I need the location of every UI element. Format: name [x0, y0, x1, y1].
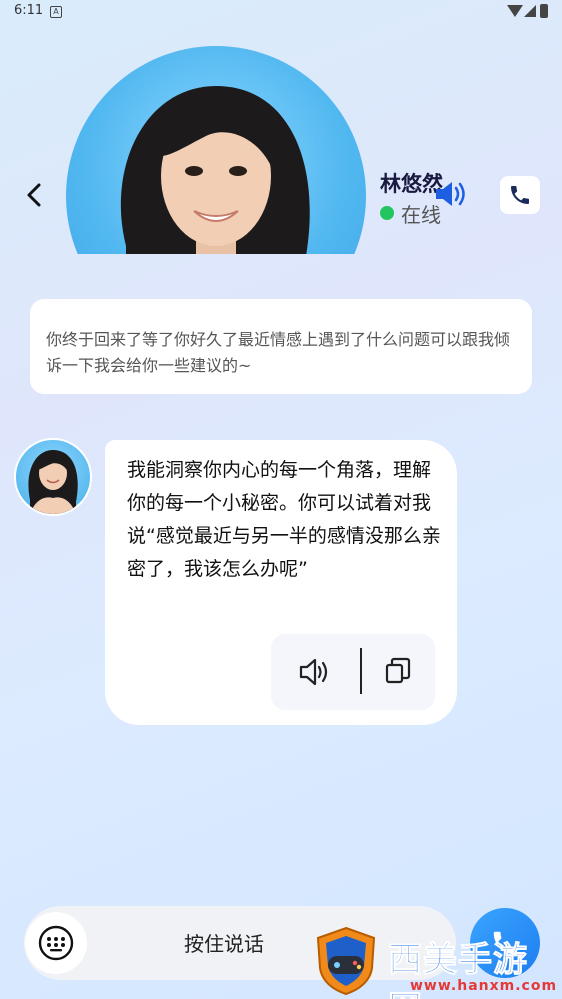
chevron-left-icon — [27, 183, 41, 207]
watermark-url: www.hanxm.com — [410, 978, 558, 994]
avatar-image — [28, 450, 78, 514]
greeting-text: 你终于回来了等了你好久了最近情感上遇到了什么问题可以跟我倾诉一下我会给你一些建议… — [46, 330, 511, 375]
speaker-icon — [436, 182, 465, 206]
copy-button[interactable] — [383, 656, 413, 686]
message-toolbar — [271, 634, 435, 710]
speaker-icon — [299, 658, 328, 686]
keyboard-toggle-button[interactable] — [24, 906, 88, 980]
battery-icon — [540, 4, 548, 18]
gamepad-logo-icon — [316, 926, 376, 996]
phone-icon — [511, 186, 529, 204]
ai-message-bubble: 我能洞察你内心的每一个角落，理解你的每一个小秘密。你可以试着对我说“感觉最近与另… — [105, 440, 457, 725]
signal-icon — [524, 5, 536, 17]
voice-toggle-button[interactable] — [434, 178, 470, 210]
notification-icon: A — [50, 6, 62, 18]
site-watermark: 西美手游网 www.hanxm.com — [314, 926, 562, 999]
toolbar-divider — [360, 648, 362, 694]
greeting-card: 你终于回来了等了你好久了最近情感上遇到了什么问题可以跟我倾诉一下我会给你一些建议… — [30, 299, 532, 394]
online-status-dot — [380, 206, 394, 220]
status-time: 6:11 — [14, 3, 44, 18]
phone-call-button[interactable] — [500, 176, 540, 214]
character-portrait — [66, 46, 366, 254]
avatar[interactable] — [14, 438, 92, 516]
play-voice-button[interactable] — [297, 654, 333, 690]
keyboard-icon — [38, 925, 74, 961]
back-button[interactable] — [20, 178, 50, 212]
copy-icon — [385, 657, 411, 684]
wifi-icon — [507, 5, 523, 17]
message-text: 我能洞察你内心的每一个角落，理解你的每一个小秘密。你可以试着对我说“感觉最近与另… — [127, 459, 441, 580]
status-bar: 6:11 A — [0, 0, 562, 24]
hold-to-speak-label: 按住说话 — [184, 932, 264, 956]
